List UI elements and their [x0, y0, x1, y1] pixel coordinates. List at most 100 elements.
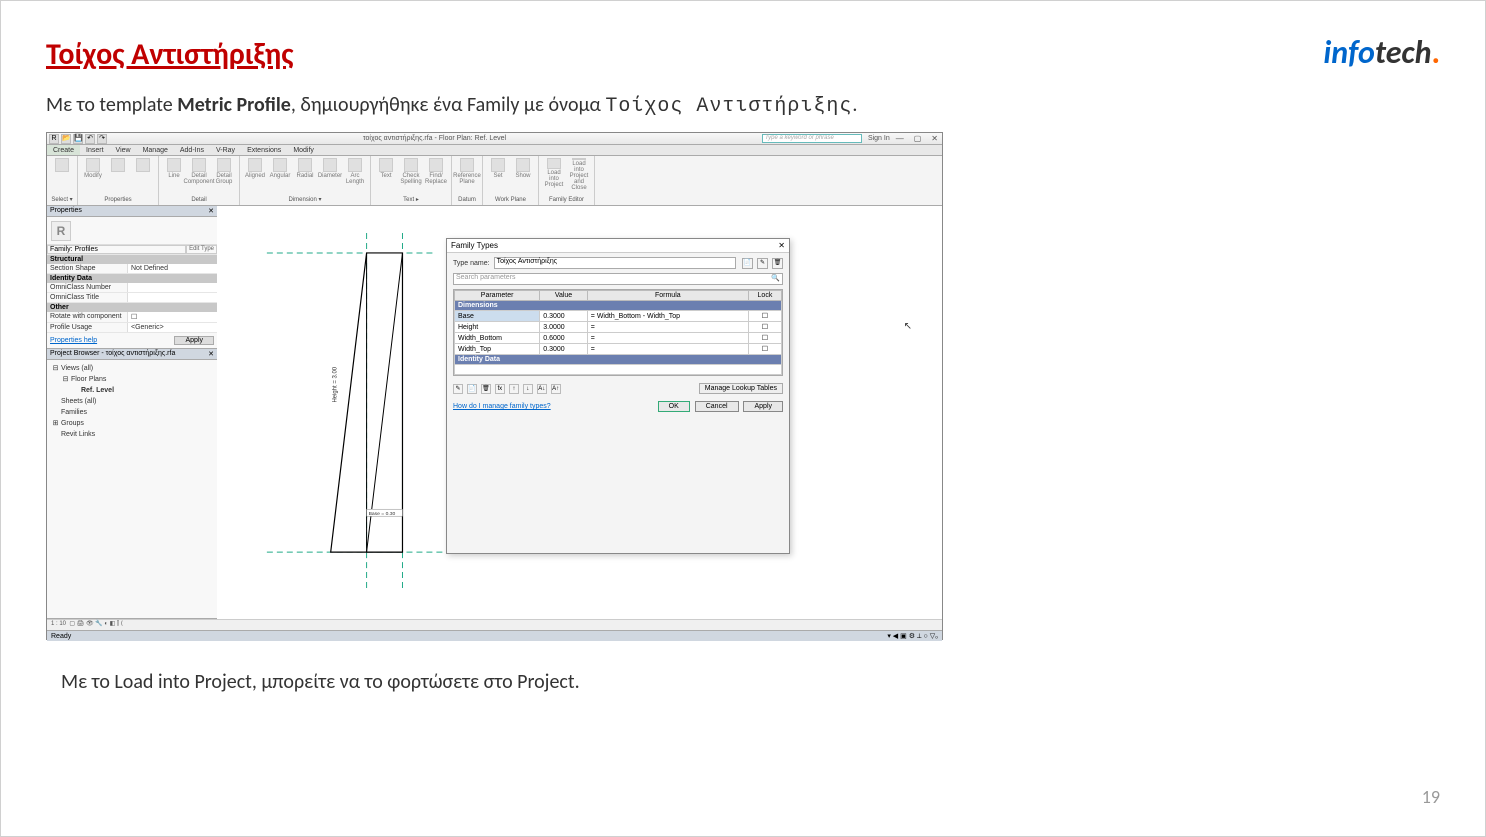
- param-row[interactable]: Height3.0000=☐: [455, 322, 782, 333]
- ribbon-tab[interactable]: Extensions: [241, 145, 287, 155]
- ribbon-button[interactable]: Line: [163, 158, 185, 188]
- quick-access-toolbar[interactable]: R 📂 💾 ↶ ↷: [47, 134, 107, 144]
- ribbon-btn-icon: [429, 158, 443, 172]
- tree-expand-icon[interactable]: ⊞: [52, 418, 59, 429]
- ribbon-btn-icon: [167, 158, 181, 172]
- new-type-icon[interactable]: 📄: [742, 258, 753, 269]
- project-browser-tree[interactable]: ⊟ Views (all)⊟ Floor Plans Ref. Level Sh…: [47, 360, 217, 619]
- dimension-label: Base = 0.30: [369, 511, 396, 517]
- tree-node[interactable]: ⊟ Views (all): [50, 363, 214, 374]
- ribbon-button[interactable]: Load into Project: [543, 158, 565, 188]
- maximize-icon[interactable]: ▢: [914, 134, 922, 143]
- type-toolbar: 📄 ✎ 🗑: [740, 258, 783, 269]
- ribbon-button[interactable]: [107, 158, 129, 188]
- ribbon-button[interactable]: Angular: [269, 158, 291, 188]
- redo-icon[interactable]: ↷: [97, 134, 107, 144]
- sort-asc-icon[interactable]: A↓: [537, 384, 547, 394]
- ribbon-btn-icon: [273, 158, 287, 172]
- delete-type-icon[interactable]: 🗑: [772, 258, 783, 269]
- minimize-icon[interactable]: —: [896, 134, 904, 143]
- type-name-select[interactable]: Τοίχος Αντιστήριξης: [494, 257, 737, 269]
- help-link[interactable]: How do I manage family types?: [453, 403, 551, 410]
- tree-expand-icon[interactable]: ⊟: [62, 374, 69, 385]
- tree-node[interactable]: ⊟ Floor Plans: [50, 374, 214, 385]
- close-icon[interactable]: ✕: [931, 134, 938, 143]
- search-parameters-input[interactable]: Search parameters 🔍: [453, 273, 783, 285]
- undo-icon[interactable]: ↶: [85, 134, 95, 144]
- type-name-label: Type name:: [453, 260, 490, 267]
- close-icon[interactable]: ✕: [778, 241, 785, 250]
- logo-dot: .: [1431, 33, 1440, 72]
- rename-type-icon[interactable]: ✎: [757, 258, 768, 269]
- save-icon[interactable]: 💾: [73, 134, 83, 144]
- view-control-bar[interactable]: 1 : 10 ▢ 🖨 👁 🔧 ◐ ◧ ⫿ ⟨: [47, 619, 942, 630]
- help-search-input[interactable]: Type a keyword or phrase: [762, 134, 862, 143]
- ribbon-button[interactable]: Arc Length: [344, 158, 366, 188]
- tree-node[interactable]: Families: [50, 407, 214, 418]
- edit-param-icon[interactable]: ✎: [453, 384, 463, 394]
- move-up-icon[interactable]: ↑: [509, 384, 519, 394]
- param-row[interactable]: Base0.3000= Width_Bottom - Width_Top☐: [455, 311, 782, 322]
- move-down-icon[interactable]: ↓: [523, 384, 533, 394]
- tree-expand-icon[interactable]: ⊟: [52, 363, 59, 374]
- property-row[interactable]: Section ShapeNot Defined: [47, 264, 217, 274]
- ribbon-button[interactable]: Check Spelling: [400, 158, 422, 188]
- tree-node[interactable]: Revit Links: [50, 429, 214, 440]
- cancel-button[interactable]: Cancel: [695, 401, 739, 412]
- ribbon-button[interactable]: Show: [512, 158, 534, 188]
- property-row[interactable]: OmniClass Number: [47, 283, 217, 293]
- ribbon-tab[interactable]: Create: [47, 145, 80, 155]
- app-menu-icon[interactable]: R: [49, 134, 59, 144]
- tree-node[interactable]: Ref. Level: [50, 385, 214, 396]
- edit-type-button[interactable]: Edit Type: [186, 245, 217, 254]
- manage-lookup-button[interactable]: Manage Lookup Tables: [699, 383, 783, 394]
- ribbon-tab[interactable]: Insert: [80, 145, 110, 155]
- param-row[interactable]: Width_Bottom0.6000=☐: [455, 333, 782, 344]
- property-row[interactable]: OmniClass Title: [47, 293, 217, 303]
- param-row[interactable]: Width_Top0.3000=☐: [455, 344, 782, 355]
- ribbon-button[interactable]: [132, 158, 154, 188]
- ribbon-button[interactable]: [51, 158, 73, 188]
- ribbon-button[interactable]: Set: [487, 158, 509, 188]
- ribbon-button[interactable]: Modify: [82, 158, 104, 188]
- apply-button[interactable]: Apply: [743, 401, 783, 412]
- ribbon-tab[interactable]: Manage: [137, 145, 174, 155]
- modify-param-icon[interactable]: fx: [495, 384, 505, 394]
- ribbon-btn-icon: [491, 158, 505, 172]
- family-selector[interactable]: Family: Profiles: [47, 245, 186, 254]
- ribbon-tab[interactable]: V-Ray: [210, 145, 241, 155]
- ribbon-button[interactable]: Radial: [294, 158, 316, 188]
- property-category: Other: [47, 303, 217, 312]
- signin-button[interactable]: Sign In: [862, 135, 896, 142]
- property-row[interactable]: Profile Usage<Generic>: [47, 323, 217, 333]
- ribbon-button[interactable]: Load into Project and Close: [568, 158, 590, 188]
- properties-help-link[interactable]: Properties help: [50, 337, 97, 344]
- ribbon-button[interactable]: Diameter: [319, 158, 341, 188]
- property-row[interactable]: Rotate with component☐: [47, 312, 217, 323]
- close-icon[interactable]: ✕: [208, 207, 214, 215]
- ribbon-btn-icon: [111, 158, 125, 172]
- page-number: 19: [1422, 786, 1440, 808]
- ribbon-tab[interactable]: View: [110, 145, 137, 155]
- ribbon-tab[interactable]: Add-Ins: [174, 145, 210, 155]
- ribbon-button[interactable]: Aligned: [244, 158, 266, 188]
- ribbon-panel: SetShowWork Plane: [483, 156, 539, 205]
- close-icon[interactable]: ✕: [208, 350, 214, 358]
- ribbon-panel: Select ▾: [47, 156, 78, 205]
- new-param-icon[interactable]: 📄: [467, 384, 477, 394]
- drawing-canvas[interactable]: Height = 3.00 Base = 0.30 Family Types ✕…: [217, 206, 942, 619]
- ribbon-button[interactable]: Find/ Replace: [425, 158, 447, 188]
- delete-param-icon[interactable]: 🗑: [481, 384, 491, 394]
- ribbon-btn-icon: [298, 158, 312, 172]
- ribbon-button[interactable]: Detail Group: [213, 158, 235, 188]
- ribbon-button[interactable]: Reference Plane: [456, 158, 478, 188]
- open-icon[interactable]: 📂: [61, 134, 71, 144]
- ok-button[interactable]: OK: [658, 401, 690, 412]
- tree-node[interactable]: ⊞ Groups: [50, 418, 214, 429]
- tree-node[interactable]: Sheets (all): [50, 396, 214, 407]
- ribbon-tab[interactable]: Modify: [287, 145, 320, 155]
- ribbon-button[interactable]: Detail Component: [188, 158, 210, 188]
- ribbon-button[interactable]: Text: [375, 158, 397, 188]
- sort-desc-icon[interactable]: A↑: [551, 384, 561, 394]
- apply-button[interactable]: Apply: [174, 336, 214, 345]
